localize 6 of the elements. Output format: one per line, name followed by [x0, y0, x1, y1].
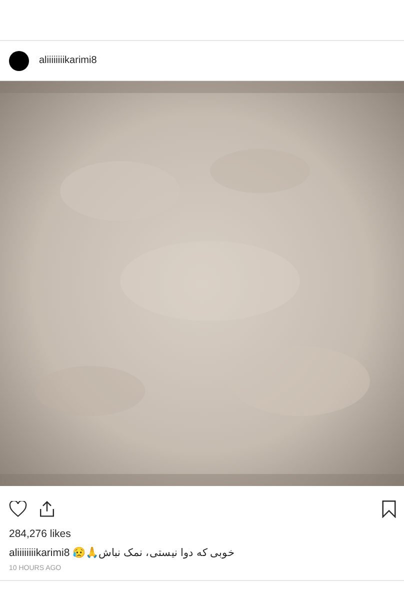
bookmark-icon[interactable] [382, 500, 396, 518]
username-link[interactable]: aliiiiiiiikarimi8 [39, 55, 97, 66]
like-count: 284,276 likes [8, 527, 72, 540]
heart-icon[interactable] [9, 501, 27, 517]
share-icon[interactable] [39, 500, 55, 518]
avatar[interactable] [9, 50, 29, 70]
